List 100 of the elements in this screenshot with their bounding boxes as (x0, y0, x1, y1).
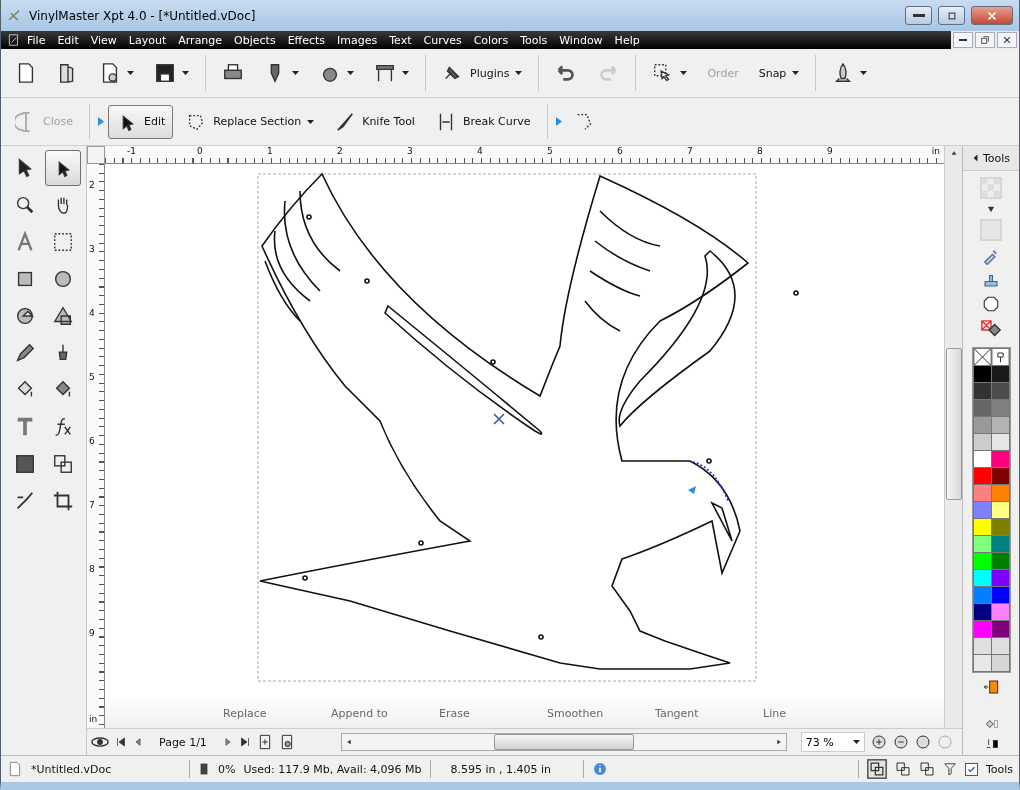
menu-item[interactable]: Effects (281, 33, 332, 47)
previous-page-icon[interactable] (133, 737, 143, 747)
minimize-button[interactable] (905, 6, 932, 25)
color-swatch[interactable] (991, 451, 1009, 467)
color-swatch[interactable] (991, 638, 1009, 654)
color-swatch[interactable] (973, 553, 991, 569)
menu-item[interactable]: Tools (514, 33, 554, 47)
toolbar-button[interactable]: Plugins (434, 56, 531, 90)
funnel-icon[interactable] (942, 761, 957, 777)
restore-button[interactable] (975, 32, 995, 48)
color-swatch[interactable] (973, 536, 991, 552)
zoom-dropdown[interactable]: 73 % (800, 732, 865, 752)
tool-button[interactable]: Replace Section (177, 104, 323, 139)
ruler-label: 7 (687, 146, 694, 158)
mode-button[interactable]: Erase (439, 706, 547, 720)
scrollbar-thumb[interactable] (493, 734, 634, 750)
registration-color-icon[interactable] (991, 349, 1009, 365)
color-swatch[interactable] (973, 587, 991, 603)
close-button[interactable] (997, 32, 1017, 48)
color-swatch[interactable] (973, 451, 991, 467)
menu-item[interactable]: Layout (122, 33, 173, 47)
color-swatch[interactable] (973, 519, 991, 535)
color-swatch[interactable] (991, 502, 1009, 518)
menu-item[interactable]: File (21, 33, 52, 47)
color-swatch[interactable] (991, 383, 1009, 399)
color-swatch[interactable] (973, 655, 991, 671)
tool-button[interactable]: Edit (107, 104, 174, 139)
zoom-page-icon[interactable] (914, 734, 931, 750)
color-swatch[interactable] (973, 604, 991, 620)
zoom-out-icon[interactable] (892, 734, 909, 750)
menu-item[interactable]: Edit (51, 33, 85, 47)
overlapping-squares-icon[interactable] (894, 761, 911, 777)
color-swatch[interactable] (973, 434, 991, 450)
color-swatch[interactable] (991, 400, 1009, 416)
tool-button[interactable] (45, 150, 81, 186)
cursor-position: 8.595 in , 1.405 in (450, 762, 552, 776)
ruler-label: 2 (337, 146, 344, 158)
color-swatch[interactable] (991, 366, 1009, 382)
mode-button[interactable]: Line (763, 706, 871, 720)
color-swatch[interactable] (991, 485, 1009, 501)
color-swatch[interactable] (973, 417, 991, 433)
color-swatch[interactable] (991, 553, 1009, 569)
color-swatch[interactable] (973, 366, 991, 382)
color-swatch[interactable] (973, 468, 991, 484)
color-swatch[interactable] (973, 383, 991, 399)
no-color-icon[interactable] (973, 349, 991, 365)
color-swatch[interactable] (973, 570, 991, 586)
octagon-icon[interactable] (982, 295, 1000, 313)
toolbar-button[interactable]: Snap (750, 56, 808, 90)
menu-item[interactable]: Window (553, 33, 609, 47)
panel-header[interactable]: Tools (963, 146, 1019, 171)
color-swatch[interactable] (991, 655, 1009, 671)
menu-item[interactable]: Colors (467, 33, 515, 47)
tool-button[interactable]: Knife Tool (326, 104, 423, 139)
mode-button[interactable]: Tangent (655, 706, 763, 720)
horizontal-scrollbar[interactable] (340, 733, 787, 751)
menu-item[interactable]: Help (608, 33, 646, 47)
color-swatch[interactable] (991, 587, 1009, 603)
color-swatch[interactable] (991, 417, 1009, 433)
color-swatch[interactable] (991, 434, 1009, 450)
menu-item[interactable]: Text (383, 33, 418, 47)
next-page-icon[interactable] (222, 737, 233, 747)
first-page-icon[interactable] (115, 736, 127, 748)
maximize-button[interactable] (938, 6, 965, 25)
menu-item[interactable]: Objects (228, 33, 282, 47)
pencil-icon (14, 342, 36, 364)
color-swatch[interactable] (973, 400, 991, 416)
color-swatch[interactable] (973, 621, 991, 637)
scrollbar-thumb[interactable] (945, 348, 962, 500)
menu-item[interactable]: Curves (417, 33, 468, 47)
color-swatch[interactable] (991, 604, 1009, 620)
color-swatch[interactable] (973, 502, 991, 518)
menu-item[interactable]: Arrange (172, 33, 229, 47)
color-swatch[interactable] (991, 621, 1009, 637)
vertical-scrollbar[interactable] (944, 146, 962, 728)
info-icon[interactable] (592, 761, 609, 777)
menu-item[interactable]: View (84, 33, 123, 47)
document-pen-icon (7, 33, 21, 47)
overlapping-squares-icon[interactable] (866, 759, 887, 779)
ruler-label: 5 (547, 146, 554, 158)
color-swatch[interactable] (991, 519, 1009, 535)
color-swatch[interactable] (991, 570, 1009, 586)
menu-item[interactable]: Images (331, 33, 384, 47)
color-swatch[interactable] (973, 485, 991, 501)
document-name: *Untitled.vDoc (31, 762, 113, 776)
mode-button[interactable]: Smoothen (547, 706, 655, 720)
zoom-in-icon[interactable] (870, 734, 887, 750)
minimize-button[interactable] (953, 32, 973, 48)
tools-checkbox[interactable] (964, 762, 978, 776)
color-swatch[interactable] (991, 468, 1009, 484)
color-swatch[interactable] (991, 536, 1009, 552)
plotter-icon (374, 62, 396, 84)
color-swatch[interactable] (973, 638, 991, 654)
text-frame-icon (52, 231, 74, 253)
ruler-unit: in (88, 714, 99, 724)
mode-button[interactable]: Replace (223, 706, 331, 720)
mode-button[interactable]: Append to (331, 706, 439, 720)
last-page-icon[interactable] (238, 736, 251, 748)
overlapping-squares-icon[interactable] (918, 761, 935, 777)
tool-button[interactable]: Break Curve (426, 104, 539, 139)
